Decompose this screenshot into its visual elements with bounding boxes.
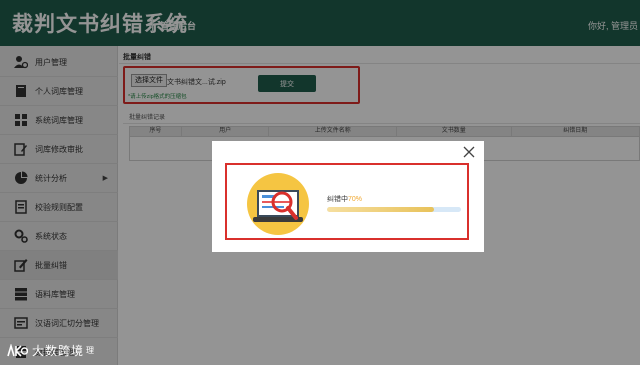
- progress-label: 纠错中70%: [327, 194, 362, 204]
- progress-panel: 纠错中70%: [225, 163, 469, 240]
- watermark-logo-icon: [6, 342, 29, 358]
- progress-dialog: 纠错中70%: [212, 141, 484, 252]
- progress-status-text: 纠错中: [327, 196, 348, 203]
- laptop-magnifier-illustration: [245, 171, 311, 237]
- progress-percent-text: 70%: [348, 196, 363, 203]
- close-icon[interactable]: [462, 145, 476, 159]
- progress-bar: [327, 207, 461, 212]
- watermark: 大数跨境 理: [6, 342, 94, 359]
- progress-bar-fill: [327, 207, 435, 212]
- obscured-sidebar-text: 理: [86, 346, 94, 355]
- watermark-text: 大数跨境: [32, 344, 85, 358]
